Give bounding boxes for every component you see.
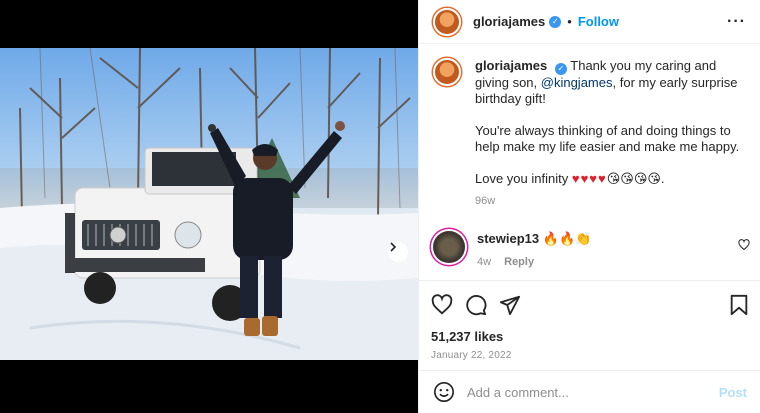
comment-text: 🔥🔥👏 — [542, 231, 592, 246]
chevron-right-icon — [390, 242, 397, 252]
post-header: gloriajames ✓ • Follow ··· — [419, 0, 760, 44]
post-photo[interactable] — [0, 48, 418, 360]
caption-paragraph-3: Love you infinity ♥♥♥♥😘😘😘😘. — [475, 171, 746, 187]
comment-time[interactable]: 4w — [477, 256, 491, 268]
verified-badge-icon: ✓ — [549, 15, 562, 28]
comment-like-heart-icon[interactable] — [738, 239, 750, 251]
add-comment-input[interactable] — [467, 384, 719, 400]
commenter-avatar[interactable] — [433, 231, 465, 263]
kiss-emojis: 😘😘😘😘. — [606, 171, 665, 186]
like-heart-icon[interactable] — [431, 294, 453, 316]
comment-bubble-icon[interactable] — [465, 294, 487, 316]
action-icons — [431, 293, 749, 317]
likes-count[interactable]: 51,237 likes — [431, 329, 749, 344]
more-options-icon[interactable]: ··· — [727, 13, 746, 31]
photo-illustration — [0, 48, 418, 360]
caption-paragraph-2: You're always thinking of and doing thin… — [475, 123, 740, 154]
author-avatar[interactable] — [433, 7, 461, 36]
mention-link[interactable]: @kingjames — [541, 75, 613, 90]
comment-item: stewiep13 🔥🔥👏 4w Reply — [419, 231, 760, 268]
caption-body: gloriajames ✓ Thank you my caring and gi… — [475, 58, 746, 209]
reply-button[interactable]: Reply — [504, 256, 534, 268]
verified-badge-icon: ✓ — [554, 63, 567, 75]
heart-emojis: ♥♥♥♥ — [571, 171, 607, 186]
author-username[interactable]: gloriajames — [473, 14, 545, 29]
comment-body: stewiep13 🔥🔥👏 4w Reply — [477, 231, 591, 268]
carousel-next-button[interactable] — [388, 242, 408, 262]
commenter-username[interactable]: stewiep13 — [477, 231, 539, 246]
post-actions: 51,237 likes January 22, 2022 — [419, 280, 760, 361]
caption-paragraph: gloriajames ✓ Thank you my caring and gi… — [475, 58, 746, 107]
caption-avatar[interactable] — [433, 58, 461, 86]
post-date: January 22, 2022 — [431, 350, 512, 361]
post-side-panel: gloriajames ✓ • Follow ··· gloriajames ✓… — [418, 0, 760, 413]
follow-button[interactable]: Follow — [578, 14, 619, 29]
add-comment-bar: Post — [419, 370, 760, 413]
comment-meta: 4w Reply — [477, 256, 591, 268]
caption-time[interactable]: 96w — [475, 193, 746, 209]
save-bookmark-icon[interactable] — [729, 294, 749, 316]
post-media-panel — [0, 0, 418, 413]
post-caption: gloriajames ✓ Thank you my caring and gi… — [419, 44, 760, 209]
header-separator: • — [567, 14, 572, 29]
emoji-smiley-icon[interactable] — [433, 381, 455, 403]
caption-text: Love you infinity — [475, 171, 572, 186]
post-comment-button[interactable]: Post — [719, 385, 747, 400]
caption-username[interactable]: gloriajames — [475, 58, 547, 73]
share-paper-plane-icon[interactable] — [499, 294, 521, 316]
